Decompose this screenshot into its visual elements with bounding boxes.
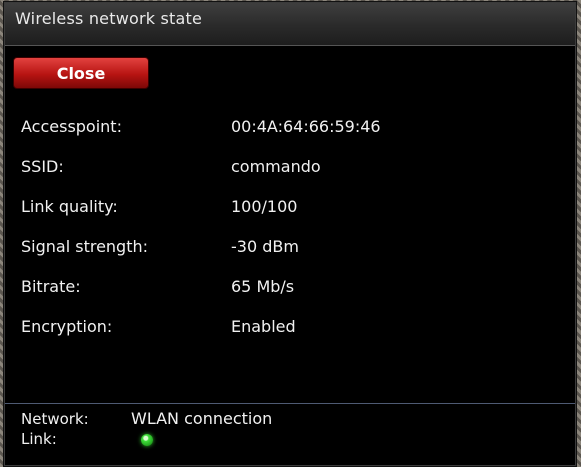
title-bar: Wireless network state [5, 3, 575, 46]
link-quality-label: Link quality: [21, 197, 118, 216]
accesspoint-label: Accesspoint: [21, 117, 122, 136]
signal-strength-label: Signal strength: [21, 237, 149, 256]
encryption-label: Encryption: [21, 317, 113, 336]
bitrate-value: 65 Mb/s [231, 277, 295, 296]
close-button[interactable]: Close [13, 57, 149, 89]
footer-divider [5, 403, 575, 404]
network-label: Network: [21, 410, 89, 428]
encryption-value: Enabled [231, 317, 296, 336]
accesspoint-value: 00:4A:64:66:59:46 [231, 117, 381, 136]
link-quality-value: 100/100 [231, 197, 298, 216]
ssid-label: SSID: [21, 157, 64, 176]
link-label: Link: [21, 430, 57, 448]
signal-strength-value: -30 dBm [231, 237, 299, 256]
wireless-state-window: Wireless network state Close Accesspoint… [4, 2, 576, 466]
window-title: Wireless network state [15, 9, 203, 28]
bitrate-label: Bitrate: [21, 277, 81, 296]
ssid-value: commando [231, 157, 321, 176]
link-status-led-icon [141, 434, 153, 446]
network-value: WLAN connection [131, 409, 273, 428]
